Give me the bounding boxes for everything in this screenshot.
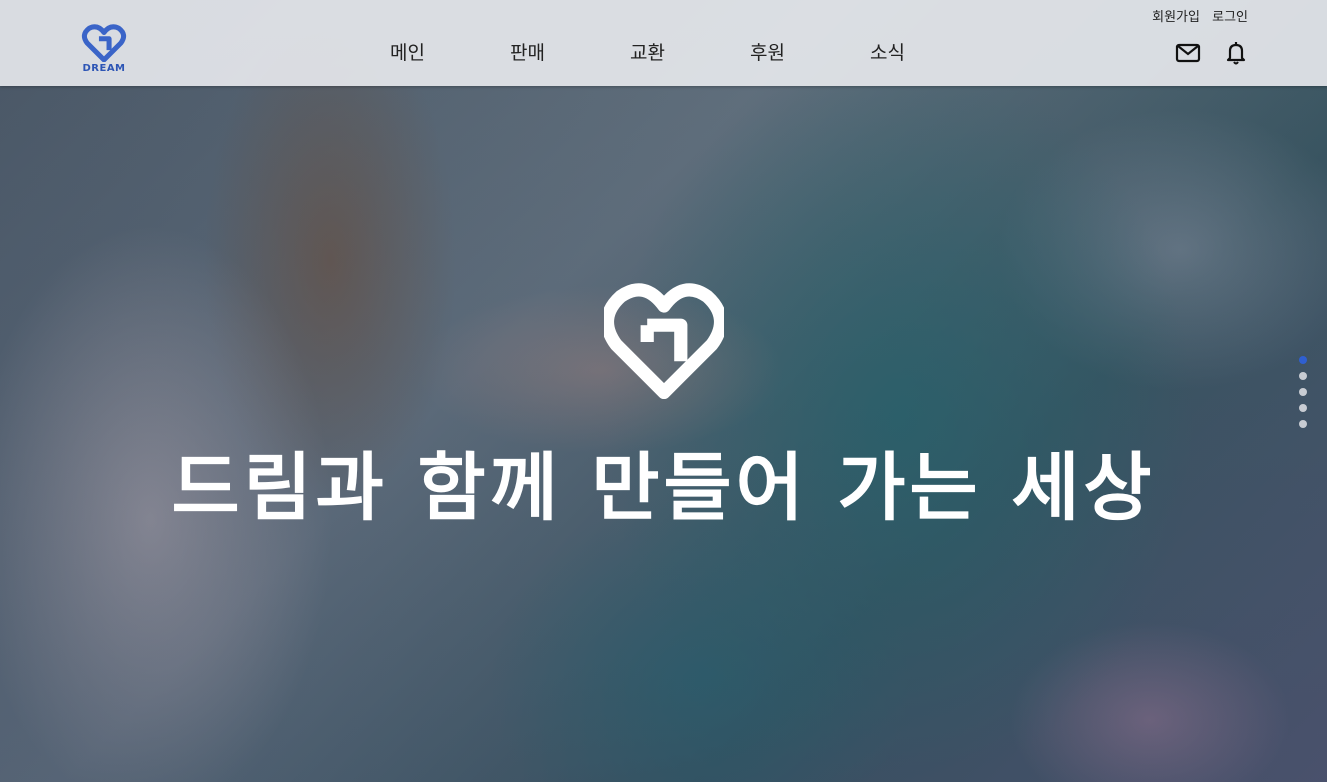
signup-link[interactable]: 회원가입 [1152, 10, 1200, 25]
hero-headline: 드림과 함께 만들어 가는 세상 [171, 445, 1156, 531]
site-header: DREAM 회원가입 로그인 메인 판매 교환 후원 소식 [0, 0, 1327, 86]
nav-item-sale[interactable]: 판매 [510, 38, 630, 65]
nav-item-exchange[interactable]: 교환 [630, 38, 750, 65]
slide-pagination [1299, 356, 1307, 436]
account-links: 회원가입 로그인 [1144, 6, 1248, 25]
login-link[interactable]: 로그인 [1212, 10, 1248, 25]
slide-dot-2[interactable] [1299, 372, 1307, 380]
nav-item-news[interactable]: 소식 [870, 38, 990, 65]
heart-logo-icon [81, 24, 127, 62]
main-nav: 메인 판매 교환 후원 소식 [390, 38, 990, 65]
logo[interactable]: DREAM [80, 24, 128, 76]
slide-dot-4[interactable] [1299, 404, 1307, 412]
bell-icon[interactable] [1225, 40, 1247, 70]
logo-text: DREAM [82, 63, 126, 74]
slide-dot-3[interactable] [1299, 388, 1307, 396]
hero-heart-logo-icon [601, 282, 727, 406]
header-icons [1175, 40, 1247, 70]
nav-item-main[interactable]: 메인 [390, 38, 510, 65]
slide-dot-1[interactable] [1299, 356, 1307, 364]
slide-dot-5[interactable] [1299, 420, 1307, 428]
mail-icon[interactable] [1175, 42, 1201, 68]
nav-item-donation[interactable]: 후원 [750, 38, 870, 65]
